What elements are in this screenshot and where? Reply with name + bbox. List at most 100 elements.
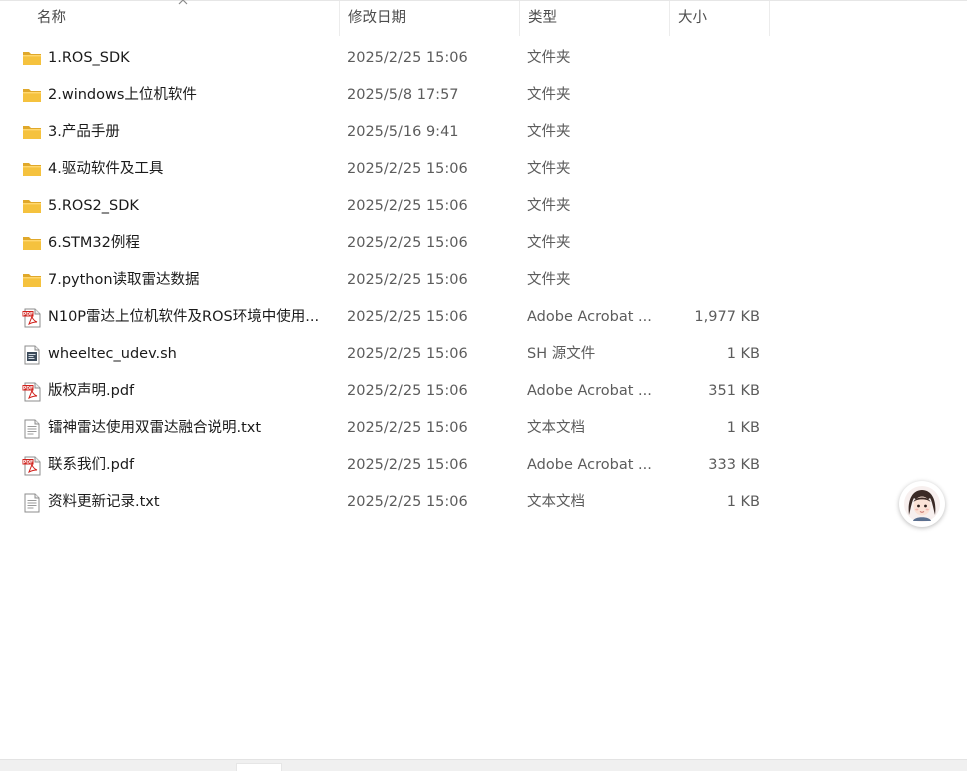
file-size [670, 262, 760, 299]
text-file-icon [24, 419, 40, 439]
file-icon-cell [22, 484, 44, 521]
file-icon-cell [22, 336, 44, 373]
folder-icon [23, 126, 41, 139]
file-size [670, 40, 760, 77]
file-row[interactable]: 4.驱动软件及工具 2025/2/25 15:06 文件夹 [0, 151, 770, 188]
file-size: 1 KB [726, 420, 760, 436]
file-type: 文件夹 [527, 124, 571, 140]
file-type: 文本文档 [527, 420, 585, 436]
folder-icon [23, 52, 41, 65]
file-date-modified: 2025/2/25 15:06 [347, 309, 468, 325]
file-name: N10P雷达上位机软件及ROS环境中使用... [48, 309, 320, 325]
file-name: 5.ROS2_SDK [48, 198, 139, 214]
file-row[interactable]: 3.产品手册 2025/5/16 9:41 文件夹 [0, 114, 770, 151]
folder-icon [23, 200, 41, 213]
script-file-icon [24, 345, 40, 365]
file-row[interactable]: wheeltec_udev.sh 2025/2/25 15:06 SH 源文件 1 K… [0, 336, 770, 373]
file-name: 1.ROS_SDK [48, 50, 130, 66]
file-icon-cell: PDF [22, 373, 44, 410]
pdf-icon: PDF [22, 382, 41, 402]
column-header-type[interactable]: 类型 [520, 1, 670, 36]
sort-ascending-icon [178, 0, 188, 5]
file-row[interactable]: 7.python读取雷达数据 2025/2/25 15:06 文件夹 [0, 262, 770, 299]
assistant-avatar-button[interactable] [899, 481, 945, 527]
file-name: 版权声明.pdf [48, 383, 135, 399]
file-type: 文件夹 [527, 235, 571, 251]
file-row[interactable]: 5.ROS2_SDK 2025/2/25 15:06 文件夹 [0, 188, 770, 225]
column-header-date-modified[interactable]: 修改日期 [340, 1, 520, 36]
horizontal-scrollbar[interactable] [0, 759, 967, 771]
file-date-modified: 2025/2/25 15:06 [347, 383, 468, 399]
file-date-modified: 2025/5/8 17:57 [347, 87, 459, 103]
file-date-modified: 2025/2/25 15:06 [347, 494, 468, 510]
file-size: 333 KB [708, 457, 760, 473]
file-icon-cell [22, 151, 44, 188]
file-name: 2.windows上位机软件 [48, 87, 197, 103]
folder-icon [23, 274, 41, 287]
file-type: 文件夹 [527, 50, 571, 66]
file-name: 联系我们.pdf [48, 457, 135, 473]
column-header-row: 名称 修改日期 类型 大小 [0, 0, 967, 36]
assistant-avatar-icon [904, 486, 940, 522]
file-row[interactable]: 1.ROS_SDK 2025/2/25 15:06 文件夹 [0, 40, 770, 77]
file-type: Adobe Acrobat ... [527, 457, 652, 473]
file-icon-cell: PDF [22, 299, 44, 336]
column-header-name[interactable]: 名称 [0, 1, 340, 36]
file-size: 351 KB [708, 383, 760, 399]
file-type: 文件夹 [527, 87, 571, 103]
pdf-icon: PDF [22, 456, 41, 476]
column-header-type-label: 类型 [528, 10, 557, 26]
folder-icon [23, 163, 41, 176]
file-size: 1,977 KB [694, 309, 760, 325]
file-row[interactable]: PDF 版权声明.pdf 2025/2/25 15:06 Adobe Acrobat … [0, 373, 770, 410]
file-type: 文件夹 [527, 161, 571, 177]
column-header-size-label: 大小 [678, 10, 707, 26]
file-size [670, 151, 760, 188]
file-icon-cell [22, 225, 44, 262]
scrollbar-thumb[interactable] [236, 763, 282, 771]
file-name: 3.产品手册 [48, 124, 120, 140]
file-name: 4.驱动软件及工具 [48, 161, 164, 177]
file-date-modified: 2025/2/25 15:06 [347, 235, 468, 251]
text-file-icon [24, 493, 40, 513]
file-date-modified: 2025/2/25 15:06 [347, 272, 468, 288]
file-row[interactable]: PDF 联系我们.pdf 2025/2/25 15:06 Adobe Acrobat … [0, 447, 770, 484]
file-row[interactable]: 6.STM32例程 2025/2/25 15:06 文件夹 [0, 225, 770, 262]
file-row[interactable]: 2.windows上位机软件 2025/5/8 17:57 文件夹 [0, 77, 770, 114]
file-type: Adobe Acrobat ... [527, 383, 652, 399]
file-size [670, 225, 760, 262]
file-icon-cell: PDF [22, 447, 44, 484]
column-header-date-label: 修改日期 [348, 10, 406, 26]
file-name: wheeltec_udev.sh [48, 346, 177, 362]
file-size: 1 KB [726, 346, 760, 362]
file-type: 文本文档 [527, 494, 585, 510]
file-name: 资料更新记录.txt [48, 494, 160, 510]
file-date-modified: 2025/2/25 15:06 [347, 50, 468, 66]
file-list: 1.ROS_SDK 2025/2/25 15:06 文件夹 2.windows上位机软… [0, 40, 967, 521]
file-name: 7.python读取雷达数据 [48, 272, 200, 288]
file-row[interactable]: 镭神雷达使用双雷达融合说明.txt 2025/2/25 15:06 文本文档 1 KB [0, 410, 770, 447]
file-name: 镭神雷达使用双雷达融合说明.txt [48, 420, 262, 436]
file-row[interactable]: 资料更新记录.txt 2025/2/25 15:06 文本文档 1 KB [0, 484, 770, 521]
folder-icon [23, 237, 41, 250]
file-size [670, 188, 760, 225]
file-type: Adobe Acrobat ... [527, 309, 652, 325]
file-date-modified: 2025/5/16 9:41 [347, 124, 459, 140]
file-date-modified: 2025/2/25 15:06 [347, 457, 468, 473]
column-header-size[interactable]: 大小 [670, 1, 770, 36]
file-date-modified: 2025/2/25 15:06 [347, 198, 468, 214]
file-size [670, 114, 760, 151]
file-icon-cell [22, 114, 44, 151]
file-icon-cell [22, 40, 44, 77]
file-size: 1 KB [726, 494, 760, 510]
column-header-name-label: 名称 [37, 10, 66, 26]
file-explorer: 名称 修改日期 类型 大小 1.ROS_SDK 2025/2/25 15:06 文件… [0, 0, 967, 771]
file-date-modified: 2025/2/25 15:06 [347, 161, 468, 177]
file-icon-cell [22, 77, 44, 114]
file-row[interactable]: PDF N10P雷达上位机软件及ROS环境中使用... 2025/2/25 15:0… [0, 299, 770, 336]
file-icon-cell [22, 262, 44, 299]
pdf-icon: PDF [22, 308, 41, 328]
file-type: 文件夹 [527, 198, 571, 214]
file-type: 文件夹 [527, 272, 571, 288]
folder-icon [23, 89, 41, 102]
